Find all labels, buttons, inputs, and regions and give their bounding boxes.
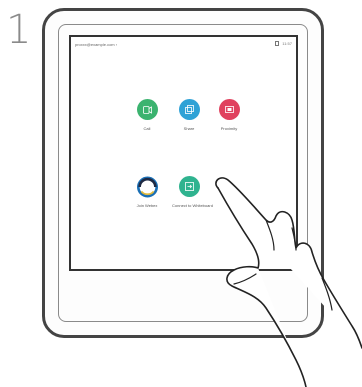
call-label: Call xyxy=(143,126,151,131)
status-bar-time: 11:57 xyxy=(282,41,292,46)
whiteboard-icon xyxy=(178,176,200,197)
proximity-button[interactable]: Proximity xyxy=(212,99,246,131)
call-icon xyxy=(136,99,158,120)
join-webex-button[interactable]: Join Webex xyxy=(130,176,164,208)
call-button[interactable]: Call xyxy=(130,99,164,131)
join-webex-label: Join Webex xyxy=(136,203,158,208)
webex-icon xyxy=(136,176,158,197)
hand-pointer-icon xyxy=(215,177,362,387)
proximity-icon xyxy=(218,99,240,120)
share-icon xyxy=(178,99,200,120)
status-bar-address: proxxx@example.com › xyxy=(75,42,118,47)
proximity-label: Proximity xyxy=(220,126,238,131)
status-bar-right: 11:57 xyxy=(275,41,292,46)
share-button[interactable]: Share xyxy=(172,99,206,131)
step-number: 1 xyxy=(6,7,32,53)
share-label: Share xyxy=(183,126,195,131)
battery-icon xyxy=(275,41,280,46)
